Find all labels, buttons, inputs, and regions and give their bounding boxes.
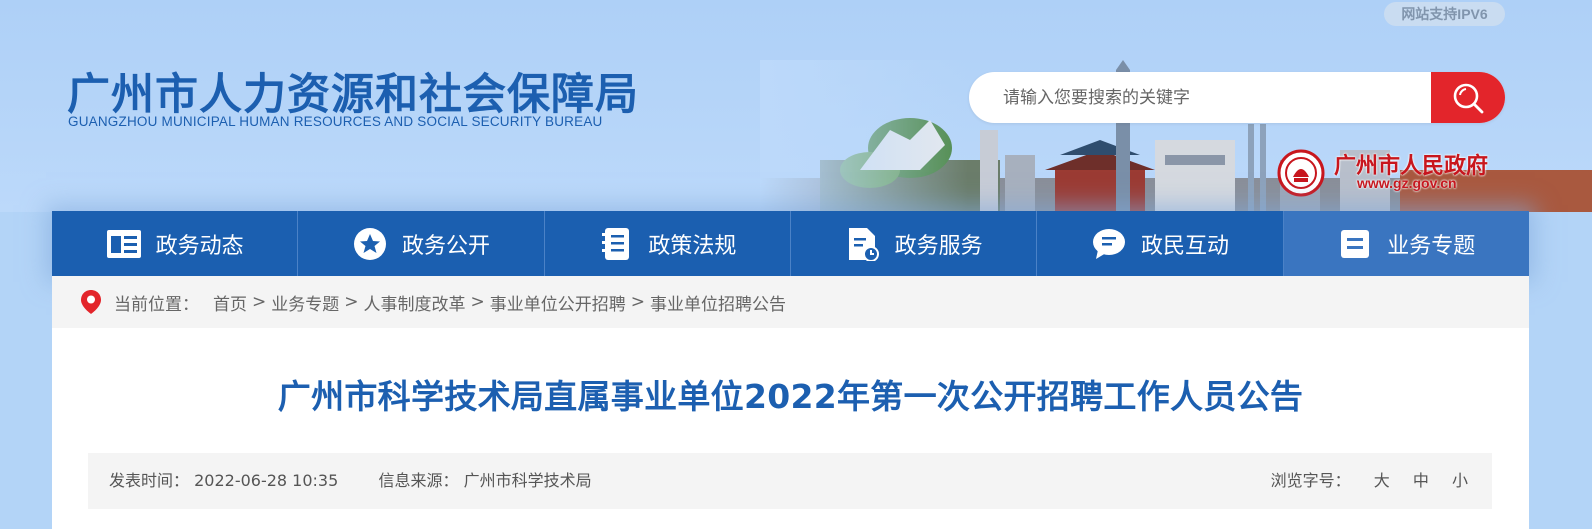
news-icon [106, 226, 142, 262]
search-box [969, 72, 1505, 123]
breadcrumb-personnel-reform[interactable]: 人事制度改革 [364, 290, 466, 315]
site-logo-subtitle: GUANGZHOU MUNICIPAL HUMAN RESOURCES AND … [68, 114, 603, 129]
nav-item-label: 政务动态 [155, 233, 244, 259]
publish-time-label: 发表时间： [109, 471, 190, 490]
breadcrumb: 当前位置： 首页 > 业务专题 > 人事制度改革 > 事业单位公开招聘 > 事业… [52, 276, 1529, 328]
breadcrumb-separator: > [630, 292, 645, 312]
breadcrumb-separator: > [470, 292, 485, 312]
breadcrumb-separator: > [252, 292, 267, 312]
main-nav: 政务动态 政务公开 政策法规 政务服务 政民互动 业务专题 [52, 211, 1529, 276]
source-value: 广州市科学技术局 [463, 471, 592, 490]
breadcrumb-public-recruitment[interactable]: 事业单位公开招聘 [490, 290, 626, 315]
nav-item-service[interactable]: 政务服务 [791, 211, 1038, 276]
chat-icon [1091, 226, 1127, 262]
breadcrumb-separator: > [344, 292, 359, 312]
nav-item-label: 政民互动 [1140, 233, 1229, 259]
list-icon [1337, 226, 1373, 262]
nav-item-label: 业务专题 [1387, 233, 1476, 259]
source-label: 信息来源： [378, 471, 459, 490]
nav-item-policy[interactable]: 政策法规 [545, 211, 791, 276]
article-title: 广州市科学技术局直属事业单位2022年第一次公开招聘工作人员公告 [277, 377, 1304, 416]
breadcrumb-label: 当前位置： [114, 294, 199, 315]
search-icon [1453, 83, 1484, 113]
nav-item-label: 政策法规 [648, 233, 737, 259]
nav-item-news[interactable]: 政务动态 [52, 211, 299, 276]
breadcrumb-topics[interactable]: 业务专题 [271, 290, 339, 315]
article-content: 广州市科学技术局直属事业单位2022年第一次公开招聘工作人员公告 发表时间： 2… [52, 328, 1529, 529]
font-size-large-button[interactable]: 大 [1374, 471, 1390, 490]
font-size-medium-button[interactable]: 中 [1413, 471, 1429, 490]
gov-site-url[interactable]: www.gz.gov.cn [1357, 175, 1457, 191]
star-icon [352, 226, 388, 262]
article-meta-bar: 发表时间： 2022-06-28 10:35 信息来源： 广州市科学技术局 浏览… [88, 453, 1492, 509]
site-logo-title[interactable]: 广州市人力资源和社会保障局 [67, 60, 639, 122]
breadcrumb-home[interactable]: 首页 [213, 290, 247, 315]
font-size-label: 浏览字号： [1270, 471, 1351, 490]
breadcrumb-recruitment-notice[interactable]: 事业单位招聘公告 [650, 290, 786, 315]
search-input[interactable] [1003, 72, 1423, 123]
font-size-small-button[interactable]: 小 [1452, 471, 1468, 490]
search-button[interactable] [1431, 72, 1505, 123]
nav-item-topics[interactable]: 业务专题 [1283, 211, 1529, 276]
nav-item-label: 政务公开 [401, 233, 490, 259]
publish-time-value: 2022-06-28 10:35 [194, 471, 339, 490]
ipv6-badge: 网站支持IPV6 [1384, 2, 1505, 26]
nav-item-gov-open[interactable]: 政务公开 [298, 211, 545, 276]
nav-item-interaction[interactable]: 政民互动 [1037, 211, 1284, 276]
document-icon [598, 226, 634, 262]
file-service-icon [845, 226, 881, 262]
nav-item-label: 政务服务 [894, 233, 983, 259]
location-pin-icon [80, 289, 102, 315]
site-header: 网站支持IPV6 广州市人力资源和社会保障局 GUANGZHOU MUNICIP… [0, 0, 1592, 212]
